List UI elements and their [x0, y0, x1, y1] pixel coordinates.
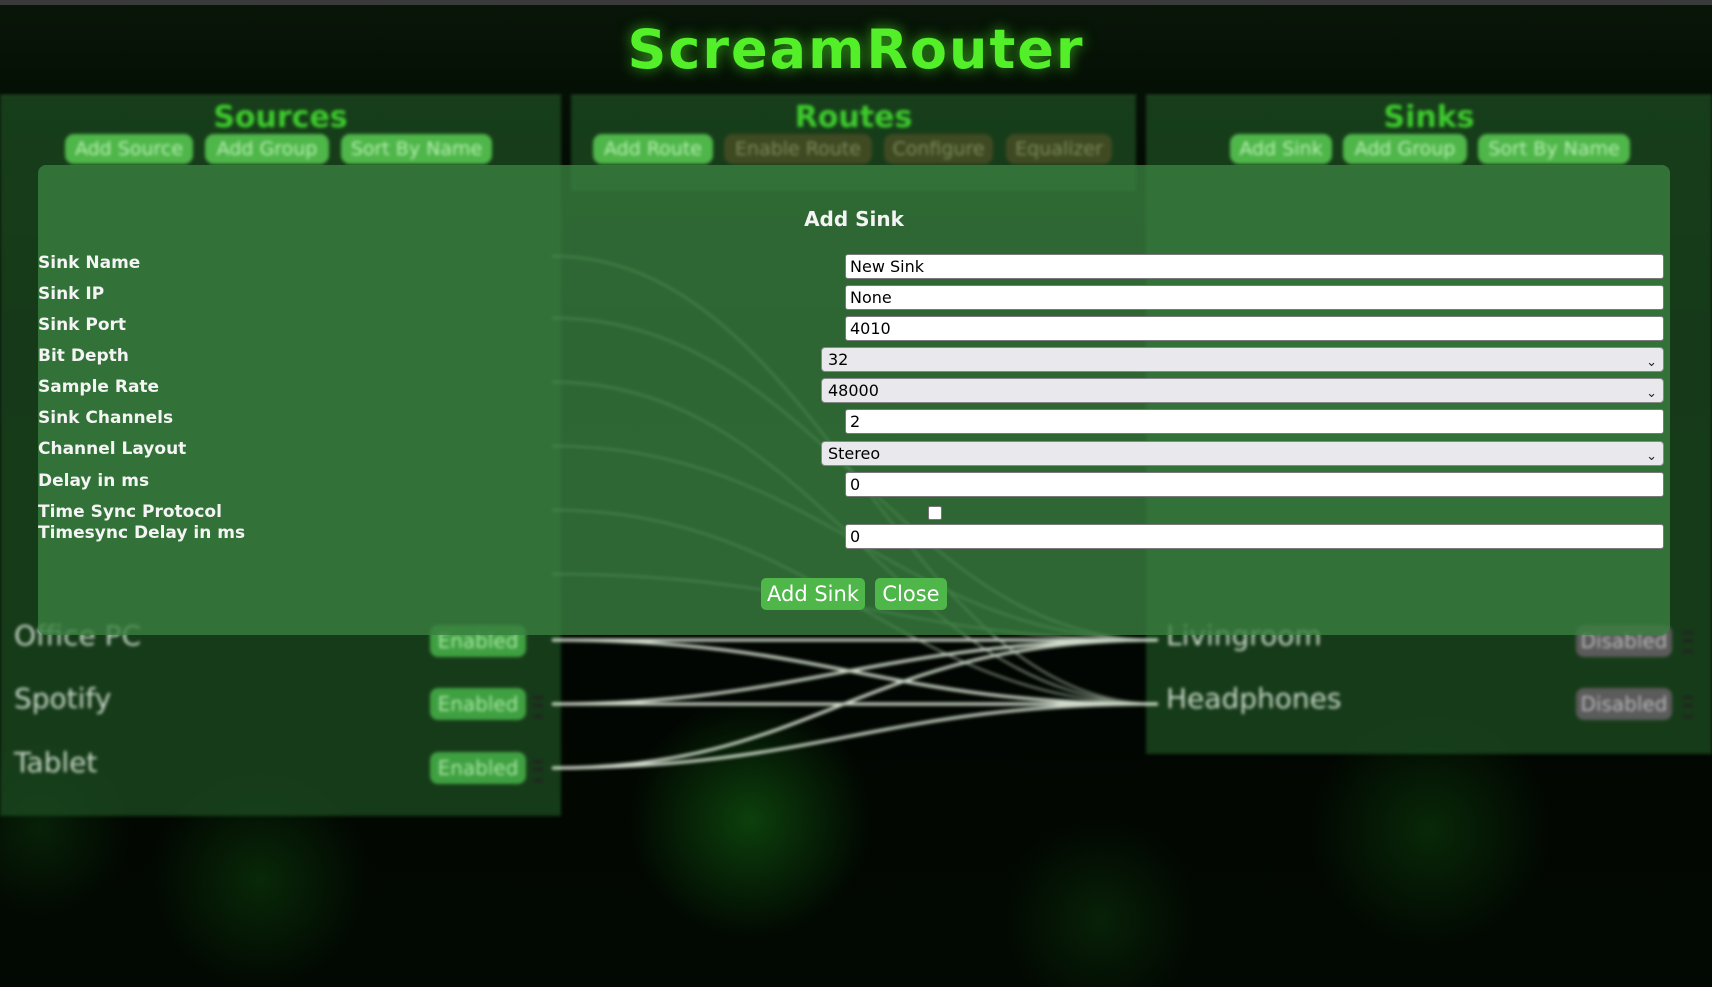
timesync-delay-input[interactable] [845, 524, 1664, 549]
channel-layout-value: Stereo [828, 444, 881, 463]
sink-port-input[interactable] [845, 316, 1664, 341]
channel-layout-select[interactable]: Stereo ⌄ [821, 441, 1664, 466]
dialog-title: Add Sink [804, 207, 904, 231]
chevron-down-icon: ⌄ [1646, 449, 1657, 464]
sink-name-input[interactable] [845, 254, 1664, 279]
route-line [551, 702, 1159, 770]
sink-ip-label: Sink IP [38, 284, 105, 304]
time-sync-checkbox[interactable] [928, 506, 942, 520]
sink-name-label: Sink Name [38, 253, 141, 273]
sink-port-label: Sink Port [38, 315, 127, 335]
channel-layout-label: Channel Layout [38, 439, 187, 459]
chevron-down-icon: ⌄ [1646, 355, 1657, 370]
chevron-down-icon: ⌄ [1646, 386, 1657, 401]
sample-rate-value: 48000 [828, 381, 879, 400]
sample-rate-select[interactable]: 48000 ⌄ [821, 378, 1664, 403]
bit-depth-select[interactable]: 32 ⌄ [821, 347, 1664, 372]
bit-depth-label: Bit Depth [38, 346, 129, 366]
close-button[interactable]: Close [875, 578, 947, 610]
sink-ip-input[interactable] [845, 285, 1664, 310]
app-root: ScreamRouter Sources Add Source Add Grou… [0, 0, 1712, 987]
add-sink-submit-button[interactable]: Add Sink [761, 578, 865, 610]
timesync-delay-label: Timesync Delay in ms [38, 523, 246, 543]
bit-depth-value: 32 [828, 350, 849, 369]
sink-channels-label: Sink Channels [38, 408, 174, 428]
time-sync-protocol-label: Time Sync Protocol [38, 502, 222, 522]
delay-label: Delay in ms [38, 471, 150, 491]
delay-input[interactable] [845, 472, 1664, 497]
sample-rate-label: Sample Rate [38, 377, 160, 397]
sink-channels-input[interactable] [845, 409, 1664, 434]
add-sink-dialog: Add Sink Sink Name Sink IP Sink Port Bit… [38, 165, 1670, 635]
